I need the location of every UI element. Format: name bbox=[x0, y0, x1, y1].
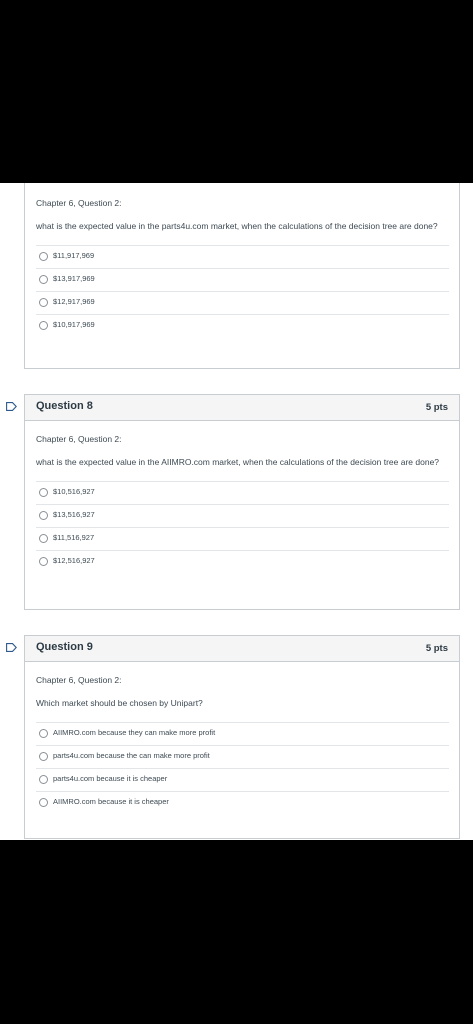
answer-option[interactable]: $11,516,927 bbox=[36, 526, 449, 550]
radio-button[interactable] bbox=[39, 320, 48, 330]
radio-button[interactable] bbox=[39, 251, 48, 261]
answer-option[interactable]: parts4u.com because it is cheaper bbox=[36, 767, 449, 791]
question-text: what is the expected value in the parts4… bbox=[36, 221, 438, 231]
question-points: 5 pts bbox=[425, 402, 448, 413]
question-header: Question 8 5 pts bbox=[25, 395, 459, 421]
flag-question-icon[interactable] bbox=[6, 402, 17, 411]
radio-button[interactable] bbox=[39, 510, 48, 520]
answer-option[interactable]: AIIMRO.com because it is cheaper bbox=[36, 790, 449, 814]
radio-button[interactable] bbox=[39, 774, 48, 784]
answer-label: $10,516,927 bbox=[53, 486, 95, 496]
question-text: Which market should be chosen by Unipart… bbox=[36, 698, 203, 708]
radio-button[interactable] bbox=[39, 297, 48, 307]
answer-label: $11,516,927 bbox=[53, 532, 95, 542]
radio-button[interactable] bbox=[39, 487, 48, 497]
question-chapter: Chapter 6, Question 2: bbox=[36, 198, 122, 208]
answer-label: $11,917,969 bbox=[53, 250, 95, 260]
question-card-7: Chapter 6, Question 2: what is the expec… bbox=[24, 183, 460, 369]
answer-label: $13,917,969 bbox=[53, 273, 95, 283]
answer-label: parts4u.com because it is cheaper bbox=[53, 773, 168, 783]
question-chapter: Chapter 6, Question 2: bbox=[36, 675, 122, 685]
answer-list: $11,917,969 $13,917,969 $12,917,969 $10,… bbox=[36, 244, 449, 337]
quiz-page: Chapter 6, Question 2: what is the expec… bbox=[0, 183, 473, 840]
radio-button[interactable] bbox=[39, 751, 48, 761]
radio-button[interactable] bbox=[39, 556, 48, 566]
answer-option[interactable]: $10,917,969 bbox=[36, 313, 449, 337]
radio-button[interactable] bbox=[39, 274, 48, 284]
answer-label: $12,516,927 bbox=[53, 555, 95, 565]
answer-label: $12,917,969 bbox=[53, 296, 95, 306]
answer-option[interactable]: AIIMRO.com because they can make more pr… bbox=[36, 721, 449, 745]
answer-option[interactable]: $11,917,969 bbox=[36, 244, 449, 268]
answer-label: $13,516,927 bbox=[53, 509, 95, 519]
answer-label: AIIMRO.com because it is cheaper bbox=[53, 796, 169, 806]
question-card-9: Question 9 5 pts Chapter 6, Question 2: … bbox=[24, 635, 460, 839]
answer-list: $10,516,927 $13,516,927 $11,516,927 $12,… bbox=[36, 480, 449, 573]
question-text: what is the expected value in the AIIMRO… bbox=[36, 457, 440, 467]
radio-button[interactable] bbox=[39, 533, 48, 543]
flag-question-icon[interactable] bbox=[6, 643, 17, 652]
answer-label: parts4u.com because the can make more pr… bbox=[53, 750, 210, 760]
answer-option[interactable]: $12,917,969 bbox=[36, 290, 449, 314]
question-header: Question 9 5 pts bbox=[25, 636, 459, 662]
question-title: Question 9 bbox=[36, 641, 93, 653]
radio-button[interactable] bbox=[39, 728, 48, 738]
answer-option[interactable]: parts4u.com because the can make more pr… bbox=[36, 744, 449, 768]
question-card-8: Question 8 5 pts Chapter 6, Question 2: … bbox=[24, 394, 460, 610]
question-title: Question 8 bbox=[36, 400, 93, 412]
answer-option[interactable]: $13,516,927 bbox=[36, 503, 449, 527]
answer-option[interactable]: $12,516,927 bbox=[36, 549, 449, 573]
question-chapter: Chapter 6, Question 2: bbox=[36, 434, 122, 444]
radio-button[interactable] bbox=[39, 797, 48, 807]
answer-option[interactable]: $13,917,969 bbox=[36, 267, 449, 291]
answer-label: AIIMRO.com because they can make more pr… bbox=[53, 727, 216, 737]
answer-option[interactable]: $10,516,927 bbox=[36, 480, 449, 504]
answer-label: $10,917,969 bbox=[53, 319, 95, 329]
question-points: 5 pts bbox=[425, 643, 448, 654]
answer-list: AIIMRO.com because they can make more pr… bbox=[36, 721, 449, 814]
